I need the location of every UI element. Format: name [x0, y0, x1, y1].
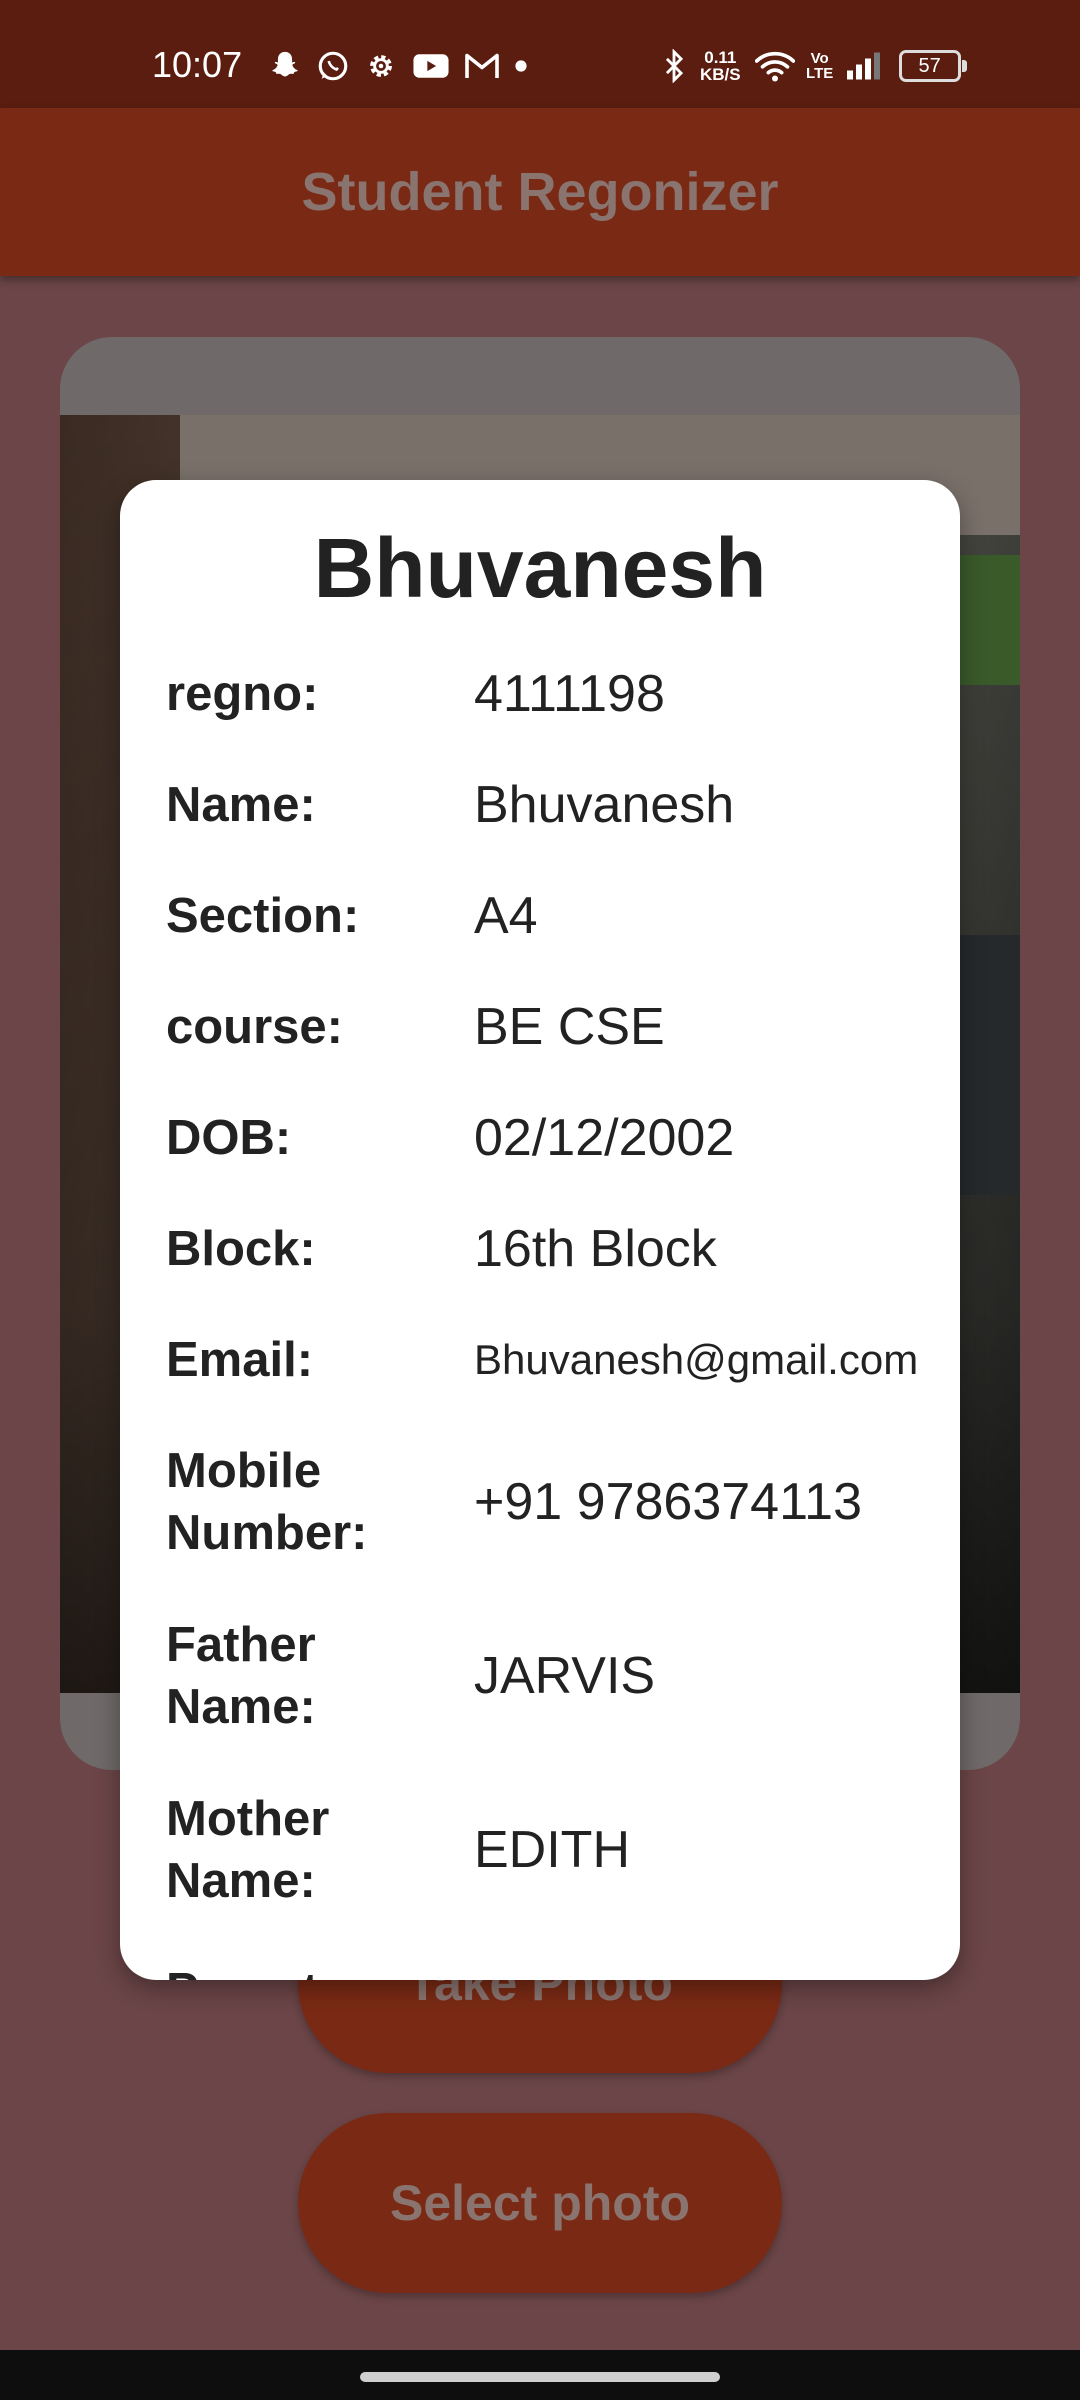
info-value: EDITH: [474, 1821, 630, 1879]
info-value: 02/12/2002: [474, 1109, 735, 1167]
student-details-dialog: Bhuvanesh regno: 4111198 Name: Bhuvanesh…: [120, 480, 960, 1980]
settings-gear-icon: [364, 46, 398, 86]
home-gesture-handle[interactable]: [360, 2372, 720, 2382]
info-label: DOB:: [166, 1111, 292, 1165]
info-label: Block:: [166, 1222, 316, 1276]
system-icons: 0.11 KB/S Vo LTE 57: [662, 44, 967, 88]
dialog-title: Bhuvanesh: [313, 521, 767, 615]
network-speed: 0.11 KB/S: [700, 46, 741, 86]
youtube-icon: [412, 46, 450, 86]
info-label: Section:: [166, 889, 360, 943]
info-value: BE CSE: [474, 998, 665, 1056]
info-label: Name:: [166, 778, 316, 832]
info-value: Bhuvanesh: [474, 776, 735, 834]
battery-level: 57: [918, 54, 941, 77]
signal-icon: [845, 46, 885, 86]
app-bar: Student Regonizer: [0, 108, 1080, 276]
notification-icons: [268, 44, 528, 88]
info-label: Mother Name:: [166, 1792, 330, 1908]
info-value: Bhuvanesh@gmail.com: [474, 1336, 919, 1383]
volte-icon: Vo LTE: [806, 50, 834, 82]
navigation-bar: [0, 2350, 1080, 2400]
info-label: Mobile Number:: [166, 1444, 368, 1560]
snapchat-icon: [268, 46, 302, 86]
info-label: course:: [166, 1000, 344, 1054]
bluetooth-icon: [662, 46, 686, 86]
wifi-icon: [754, 46, 795, 86]
info-value: JARVIS: [474, 1647, 656, 1705]
dot-icon: [514, 46, 528, 86]
select-photo-button[interactable]: Select photo: [298, 2113, 782, 2293]
net-speed-unit: KB/S: [700, 65, 741, 84]
info-value: +91 9786374113: [474, 1473, 862, 1531]
info-value: 16th Block: [474, 1220, 717, 1278]
photo-plant: [960, 555, 1020, 685]
info-label: Father Name:: [166, 1618, 316, 1734]
net-speed-value: 0.11: [704, 48, 737, 67]
battery-icon: 57: [898, 50, 967, 82]
whatsapp-icon: [316, 46, 350, 86]
info-value: A4: [474, 887, 538, 945]
info-label: regno:: [166, 667, 319, 721]
status-time: 10:07: [152, 44, 243, 85]
info-label: Email:: [166, 1333, 314, 1387]
status-bar: 10:07 0.11 KB/S Vo LTE 57: [0, 0, 1080, 108]
photo-monitor: [960, 935, 1020, 1195]
info-label: Parent: [166, 1960, 456, 1980]
app-title: Student Regonizer: [301, 162, 779, 222]
info-value: 4111198: [474, 665, 665, 723]
gmail-icon: [464, 46, 500, 86]
